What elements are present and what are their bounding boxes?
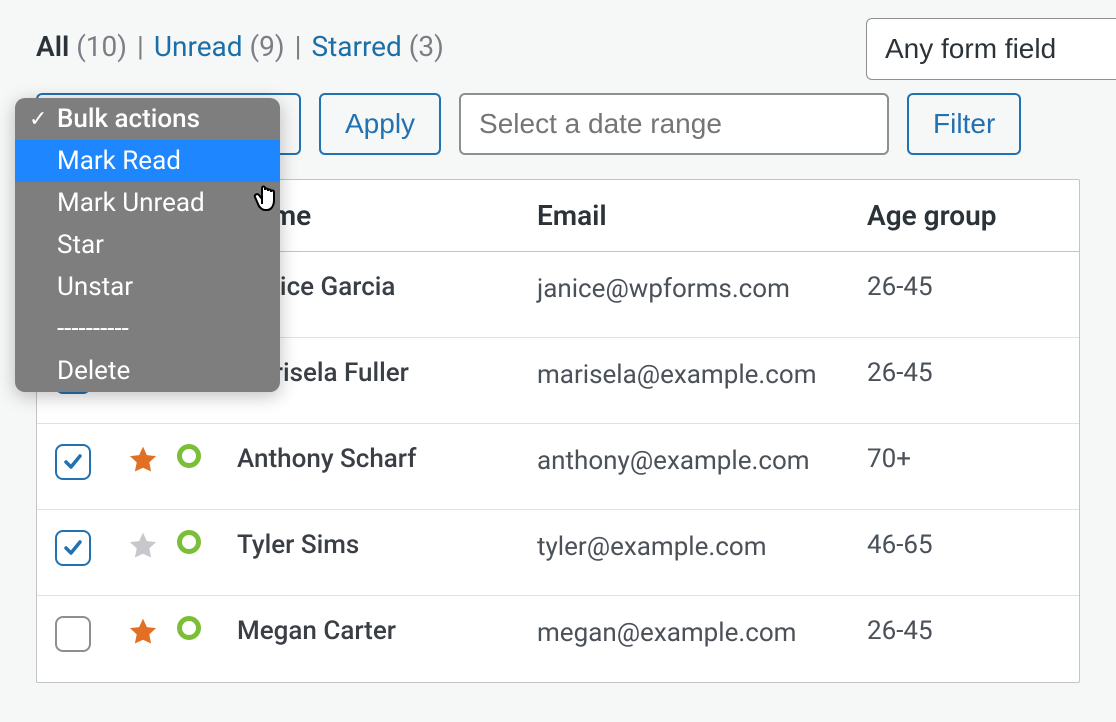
unread-indicator-icon[interactable] bbox=[177, 616, 201, 640]
table-row: Megan Carter megan@example.com 26-45 bbox=[37, 596, 1079, 682]
col-age[interactable]: Age group bbox=[867, 199, 1059, 232]
table-row: Tyler Sims tyler@example.com 46-65 bbox=[37, 510, 1079, 596]
star-icon[interactable] bbox=[127, 616, 159, 648]
filter-button[interactable]: Filter bbox=[907, 93, 1021, 155]
entry-name[interactable]: Janice Garcia bbox=[237, 272, 537, 302]
entry-age: 46-65 bbox=[867, 530, 1059, 560]
row-checkbox[interactable] bbox=[55, 530, 91, 566]
filter-starred[interactable]: Starred (3) bbox=[311, 30, 443, 63]
row-checkbox[interactable] bbox=[55, 616, 91, 652]
dropdown-header[interactable]: ✓ Bulk actions bbox=[15, 98, 280, 140]
entry-name[interactable]: Anthony Scharf bbox=[237, 444, 537, 474]
entry-age: 26-45 bbox=[867, 358, 1059, 388]
entry-name[interactable]: Megan Carter bbox=[237, 616, 537, 646]
dropdown-item[interactable]: Delete bbox=[15, 350, 280, 392]
col-name[interactable]: Name bbox=[237, 199, 537, 232]
entry-email: marisela@example.com bbox=[537, 358, 837, 393]
unread-indicator-icon[interactable] bbox=[177, 444, 201, 468]
separator: | bbox=[295, 30, 302, 63]
unread-indicator-icon[interactable] bbox=[177, 530, 201, 554]
entry-age: 26-45 bbox=[867, 616, 1059, 646]
entry-name[interactable]: Tyler Sims bbox=[237, 530, 537, 560]
entry-age: 26-45 bbox=[867, 272, 1059, 302]
star-icon[interactable] bbox=[127, 444, 159, 476]
entry-email: janice@wpforms.com bbox=[537, 272, 837, 307]
dropdown-item[interactable]: Mark Unread bbox=[15, 182, 280, 224]
filter-unread[interactable]: Unread (9) bbox=[154, 30, 285, 63]
filter-all[interactable]: All (10) bbox=[36, 30, 127, 63]
bulk-actions-dropdown: ✓ Bulk actions Mark ReadMark UnreadStarU… bbox=[15, 98, 280, 392]
col-email[interactable]: Email bbox=[537, 199, 867, 232]
star-icon[interactable] bbox=[127, 530, 159, 562]
entry-email: tyler@example.com bbox=[537, 530, 837, 565]
search-input[interactable] bbox=[866, 18, 1116, 80]
dropdown-item[interactable]: Star bbox=[15, 224, 280, 266]
separator: | bbox=[137, 30, 144, 63]
check-icon: ✓ bbox=[29, 107, 47, 132]
entry-name[interactable]: Marisela Fuller bbox=[237, 358, 537, 388]
table-row: Anthony Scharf anthony@example.com 70+ bbox=[37, 424, 1079, 510]
dropdown-item[interactable]: ---------- bbox=[15, 308, 280, 350]
entry-age: 70+ bbox=[867, 444, 1059, 474]
dropdown-item[interactable]: Unstar bbox=[15, 266, 280, 308]
row-checkbox[interactable] bbox=[55, 444, 91, 480]
entry-email: anthony@example.com bbox=[537, 444, 837, 479]
date-range-input[interactable] bbox=[459, 93, 889, 155]
dropdown-item[interactable]: Mark Read bbox=[15, 140, 280, 182]
apply-button[interactable]: Apply bbox=[319, 93, 441, 155]
entry-email: megan@example.com bbox=[537, 616, 837, 651]
